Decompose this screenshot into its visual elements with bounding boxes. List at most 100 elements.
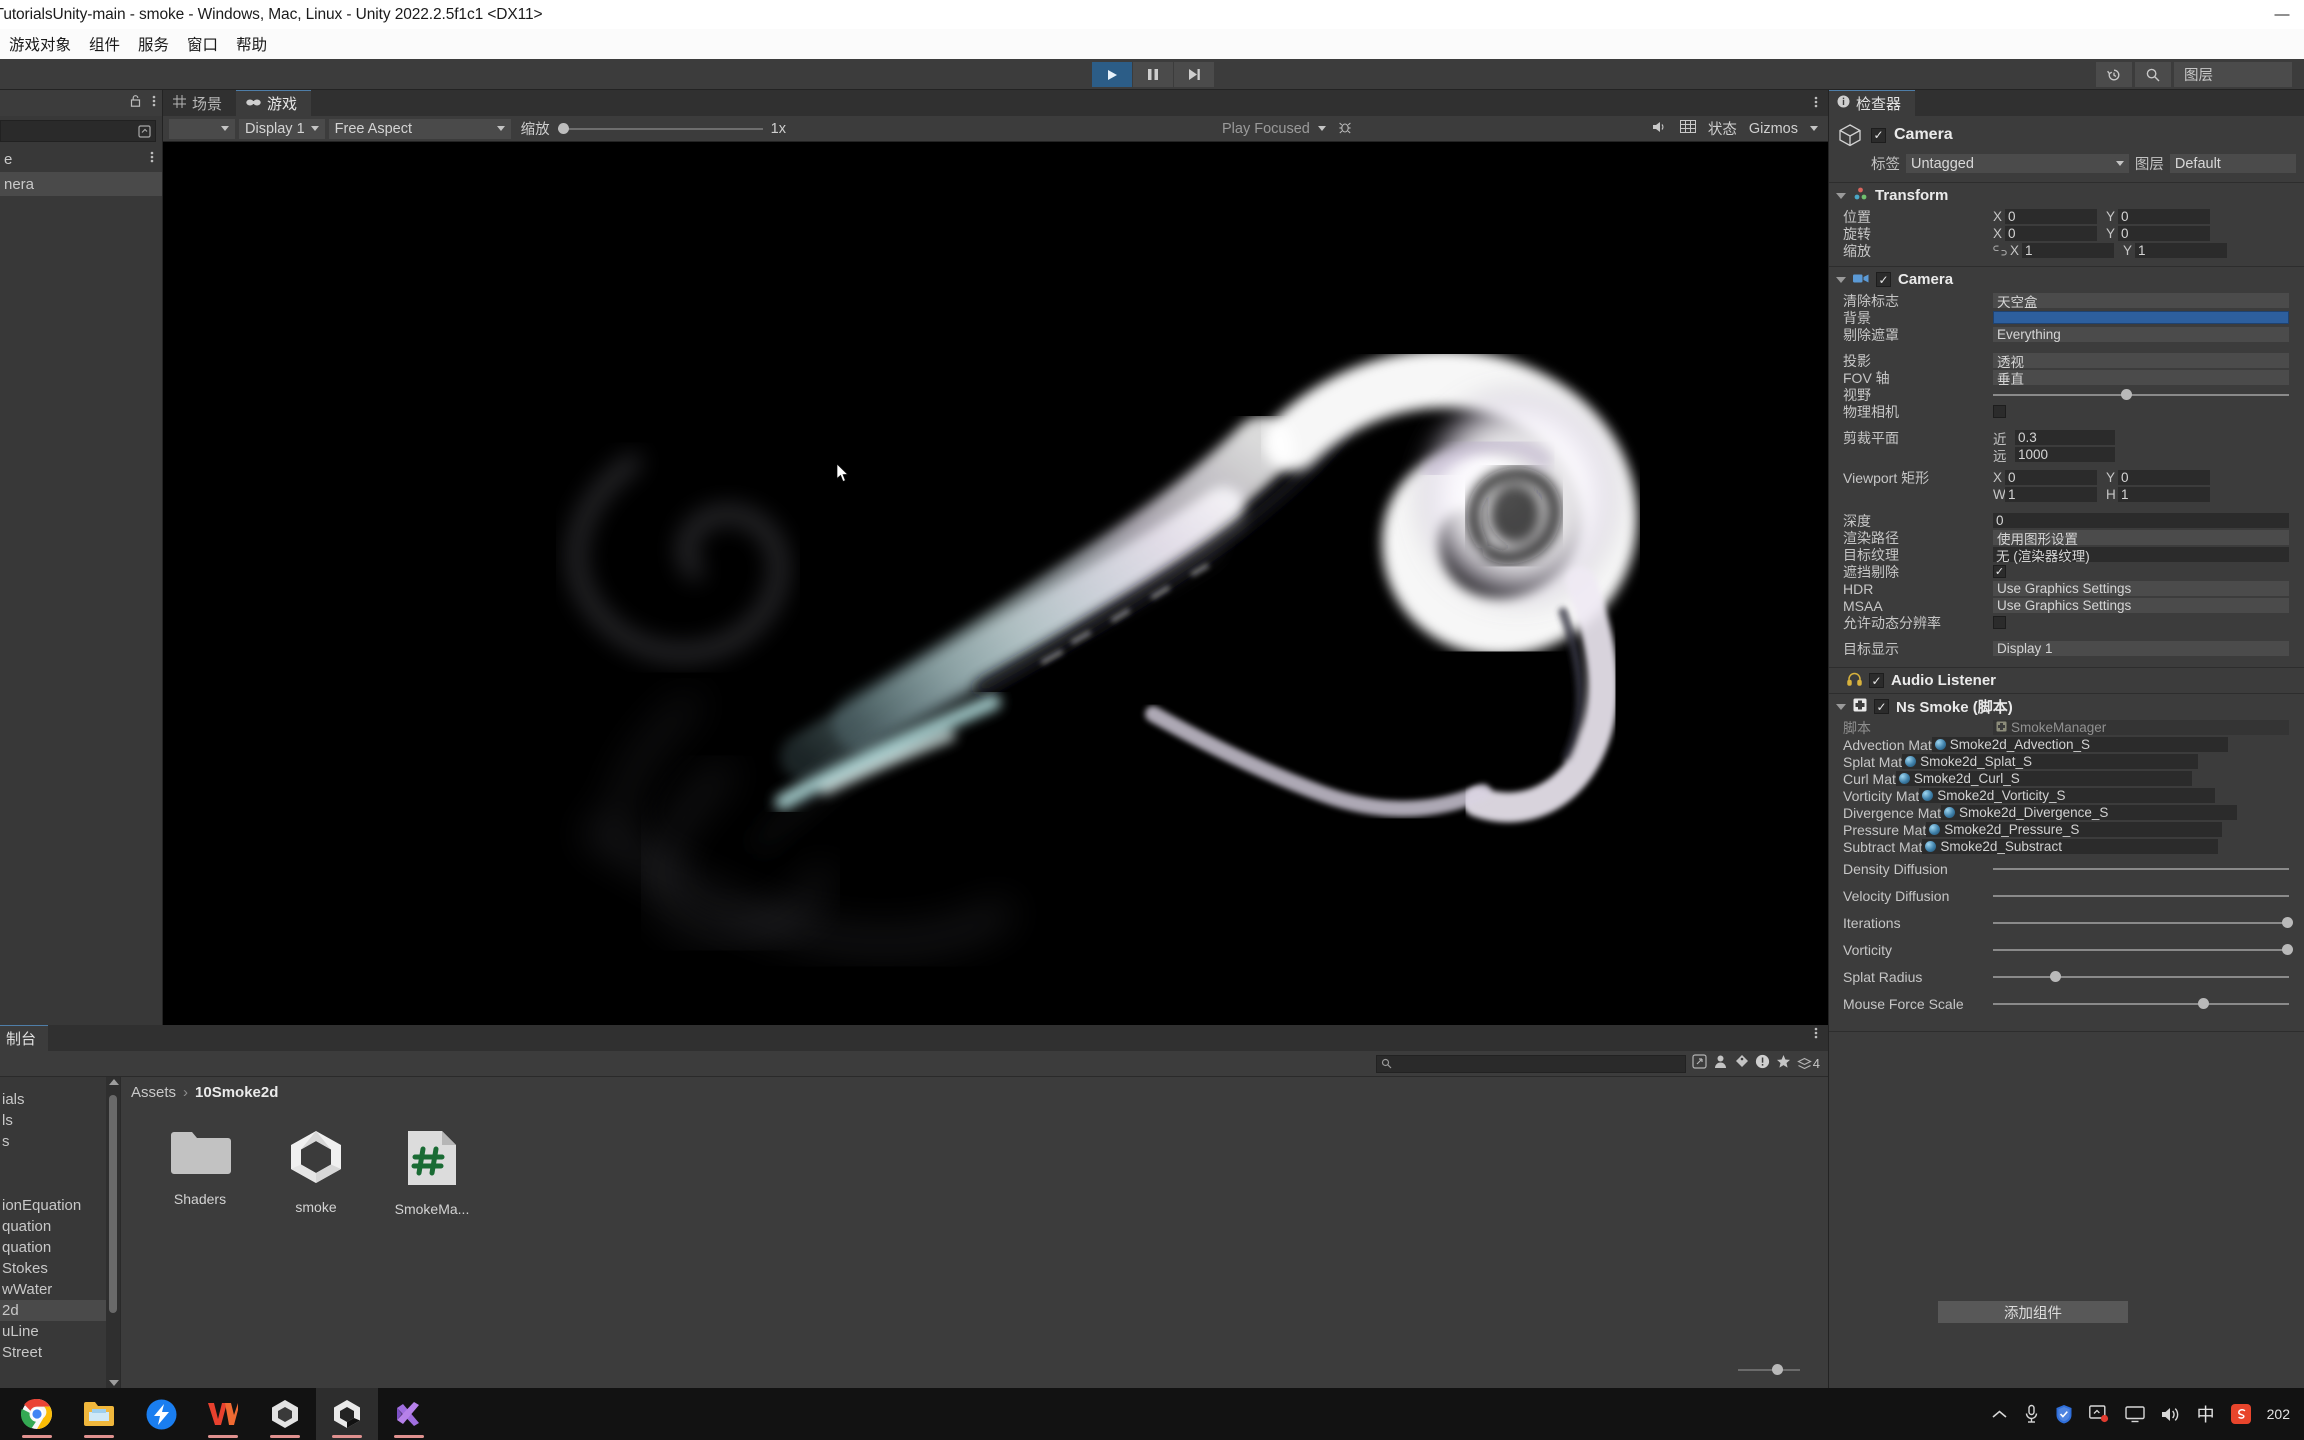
target-texture-field[interactable]: 无 (渲染器纹理) — [1993, 547, 2289, 564]
depth-field[interactable]: 0 — [1993, 513, 2289, 528]
taskbar-unity-editor-icon[interactable] — [316, 1388, 378, 1440]
target-display-dropdown[interactable]: Display 1 — [1993, 641, 2289, 656]
gameobject-name[interactable]: Camera — [1894, 126, 1953, 144]
hdr-dropdown[interactable]: Use Graphics Settings — [1993, 581, 2289, 596]
slider-knob[interactable] — [2050, 971, 2061, 982]
scroll-down-icon[interactable] — [109, 1380, 119, 1386]
scrollbar-thumb[interactable] — [109, 1095, 117, 1313]
tab-inspector[interactable]: 检查器 — [1829, 90, 1916, 116]
layers-count-icon[interactable]: 4 — [1796, 1056, 1820, 1071]
tree-item[interactable] — [0, 1152, 120, 1173]
asset-size-slider[interactable] — [1738, 1364, 1800, 1376]
asset-item-smoke[interactable]: smoke — [275, 1129, 357, 1217]
vorticity-slider[interactable] — [1993, 942, 2293, 957]
slider-knob[interactable] — [2121, 389, 2132, 400]
position-y-field[interactable]: 0 — [2118, 209, 2210, 224]
tree-item[interactable]: Street — [0, 1342, 120, 1363]
layer-dropdown[interactable]: Default — [2169, 154, 2296, 173]
breadcrumb-assets[interactable]: Assets — [131, 1084, 176, 1101]
tree-item[interactable]: ls — [0, 1110, 120, 1131]
rendering-path-dropdown[interactable]: 使用图形设置 — [1993, 530, 2289, 547]
slider-knob[interactable] — [1772, 1364, 1783, 1375]
ns-smoke-enabled-checkbox[interactable]: ✓ — [1874, 699, 1889, 714]
gizmos-label[interactable]: Gizmos — [1749, 121, 1798, 137]
density-diffusion-slider[interactable] — [1993, 861, 2289, 876]
monitor-icon[interactable] — [2124, 1405, 2145, 1423]
tree-item[interactable]: uLine — [0, 1321, 120, 1342]
curl-mat-field[interactable]: Smoke2d_Curl_S — [1895, 771, 2192, 786]
tree-item[interactable]: s — [0, 1131, 120, 1152]
slider-knob[interactable] — [2282, 944, 2293, 955]
clip-near-field[interactable]: 0.3 — [2015, 430, 2115, 445]
gameview-extra-dropdown[interactable] — [169, 118, 235, 139]
rotation-y-field[interactable]: 0 — [2118, 226, 2210, 241]
menu-item-services[interactable]: 服务 — [129, 31, 178, 57]
chevron-up-icon[interactable] — [1991, 1409, 2008, 1420]
tab-game[interactable]: 游戏 — [236, 90, 312, 116]
hierarchy-item-camera[interactable]: nera — [0, 172, 162, 196]
panel-menu-icon[interactable] — [1814, 1026, 1818, 1045]
scale-y-field[interactable]: 1 — [2135, 243, 2227, 258]
audio-listener-header[interactable]: ✓ Audio Listener — [1829, 668, 2304, 693]
audio-listener-enabled-checkbox[interactable]: ✓ — [1869, 673, 1884, 688]
rotation-x-field[interactable]: 0 — [2005, 226, 2097, 241]
panel-menu-icon[interactable] — [1814, 95, 1818, 113]
taskbar-thunder-download-icon[interactable] — [130, 1388, 192, 1440]
lock-icon[interactable] — [129, 94, 142, 113]
picker-icon[interactable] — [1692, 1053, 1707, 1074]
pressure-mat-field[interactable]: Smoke2d_Pressure_S — [1926, 822, 2223, 837]
play-focused-dropdown[interactable]: Play Focused — [1222, 121, 1326, 137]
asset-item-smokemanager[interactable]: SmokeMa... — [391, 1129, 473, 1217]
dynamic-resolution-checkbox[interactable] — [1993, 616, 2006, 629]
position-x-field[interactable]: 0 — [2005, 209, 2097, 224]
taskbar-file-explorer-icon[interactable] — [68, 1388, 130, 1440]
hierarchy-scene-row[interactable]: e — [0, 146, 162, 172]
layers-dropdown[interactable]: 图层 — [2174, 62, 2292, 87]
tree-item[interactable]: Stokes — [0, 1258, 120, 1279]
person-icon[interactable] — [1713, 1054, 1728, 1074]
taskbar-chrome-icon[interactable] — [6, 1388, 68, 1440]
splat-radius-slider[interactable] — [1993, 969, 2289, 984]
zoom-slider-knob[interactable] — [557, 123, 569, 134]
transform-header[interactable]: Transform — [1829, 183, 2304, 208]
project-asset-grid[interactable]: Assets › 10Smoke2d Shaders smoke SmokeMa… — [121, 1077, 1828, 1388]
kebab-menu-icon[interactable] — [152, 94, 156, 113]
vorticity-mat-field[interactable]: Smoke2d_Vorticity_S — [1919, 788, 2216, 803]
viewport-w-field[interactable]: 1 — [2005, 487, 2097, 502]
zoom-slider[interactable] — [557, 122, 763, 136]
star-icon[interactable] — [1776, 1054, 1791, 1074]
slider-knob[interactable] — [2282, 917, 2293, 928]
chevron-down-icon[interactable] — [1836, 192, 1846, 199]
search-icon[interactable] — [2135, 62, 2171, 87]
hierarchy-search-input[interactable] — [0, 120, 156, 142]
tab-console[interactable]: 制台 — [0, 1025, 49, 1051]
tab-scene[interactable]: 场景 — [163, 90, 236, 116]
menu-item-component[interactable]: 组件 — [80, 31, 129, 57]
link-scale-icon[interactable] — [1993, 243, 2007, 259]
mouse-force-scale-slider[interactable] — [1993, 996, 2289, 1011]
minimize-button[interactable]: — — [2260, 0, 2304, 29]
chevron-down-icon[interactable] — [1836, 703, 1846, 710]
ime-icon[interactable]: 中 — [2197, 1401, 2215, 1427]
scale-x-field[interactable]: 1 — [2022, 243, 2114, 258]
tag-icon[interactable] — [1734, 1054, 1749, 1074]
physical-camera-checkbox[interactable] — [1993, 405, 2006, 418]
culling-mask-dropdown[interactable]: Everything — [1993, 327, 2289, 342]
msaa-dropdown[interactable]: Use Graphics Settings — [1993, 598, 2289, 613]
projection-dropdown[interactable]: 透视 — [1993, 353, 2289, 370]
microphone-icon[interactable] — [2024, 1404, 2039, 1424]
ns-smoke-header[interactable]: ✓ Ns Smoke (脚本) — [1829, 694, 2304, 719]
play-button[interactable] — [1092, 62, 1132, 87]
taskbar-visual-studio-code-icon[interactable] — [378, 1388, 440, 1440]
viewport-h-field[interactable]: 1 — [2118, 487, 2210, 502]
add-component-button[interactable]: 添加组件 — [1938, 1301, 2128, 1323]
project-search-input[interactable] — [1375, 1054, 1686, 1073]
advection-mat-field[interactable]: Smoke2d_Advection_S — [1931, 737, 2228, 752]
chevron-down-icon[interactable] — [1810, 126, 1818, 131]
splat-mat-field[interactable]: Smoke2d_Splat_S — [1902, 754, 2199, 769]
step-button[interactable] — [1174, 62, 1214, 87]
asset-item-shaders[interactable]: Shaders — [159, 1129, 241, 1217]
history-icon[interactable] — [2096, 62, 2132, 87]
viewport-y-field[interactable]: 0 — [2118, 470, 2210, 485]
camera-enabled-checkbox[interactable]: ✓ — [1876, 272, 1891, 287]
